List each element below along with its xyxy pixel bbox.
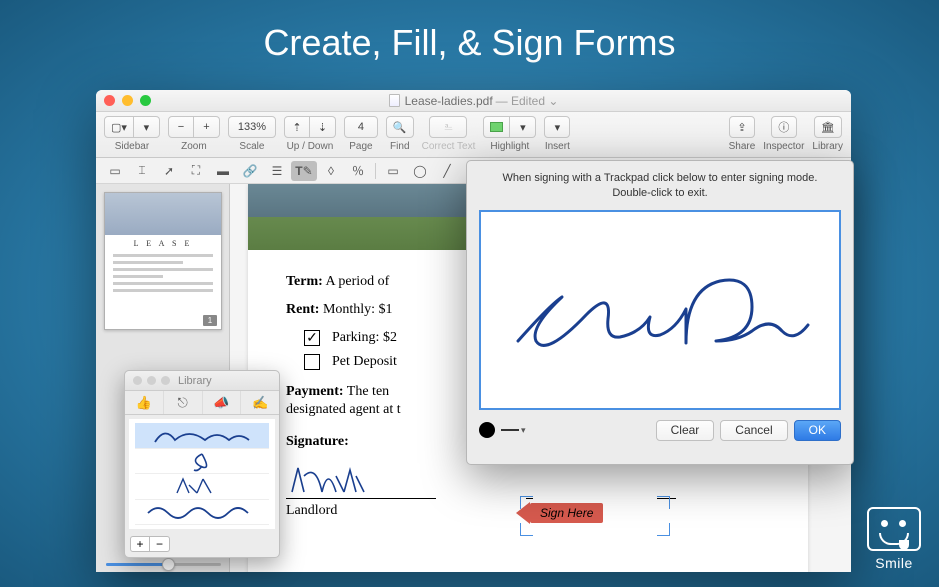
signature-label: Signature: [286, 434, 349, 449]
lib-tab-stamps[interactable]: 👍 [125, 391, 164, 414]
library-title: Library [178, 375, 212, 387]
payment-label: Payment: [286, 384, 344, 399]
link-tool[interactable]: 🔗 [237, 161, 263, 181]
rent-text: Monthly: $1 [319, 302, 392, 317]
library-item[interactable] [135, 474, 269, 500]
library-panel: Library 👍 ⎋ 📣 ✍ + − [124, 370, 280, 558]
share-label: Share [729, 141, 756, 152]
cancel-button[interactable]: Cancel [720, 420, 787, 441]
library-item[interactable] [135, 449, 269, 475]
library-add-button[interactable]: + [130, 536, 150, 552]
signature-stroke-picker[interactable]: ▾ [501, 425, 531, 436]
sidebar-label: Sidebar [115, 141, 149, 152]
document-icon [389, 94, 400, 107]
find-button[interactable]: 🔍 [386, 116, 414, 138]
text-select-tool[interactable]: ⌶ [129, 161, 155, 181]
library-item[interactable] [135, 500, 269, 526]
brand-logo: Smile [867, 507, 921, 571]
library-button[interactable]: 🏛 [814, 116, 842, 138]
insert-button[interactable]: ▾ [544, 116, 570, 138]
petdeposit-text: Pet Deposit [332, 354, 397, 370]
highlight-label: Highlight [490, 141, 529, 152]
sign-here-label: Sign Here [530, 503, 603, 523]
shape-ellipse-tool[interactable]: ◯ [407, 161, 433, 181]
payment-text: The ten [344, 384, 390, 399]
share-button[interactable]: ⇪ [729, 116, 755, 138]
redact-tool[interactable]: ▬ [210, 161, 236, 181]
zoom-out-button[interactable]: − [168, 116, 194, 138]
sidebar-menu[interactable]: ▾ [134, 116, 160, 138]
lib-tab-signature[interactable]: ✍ [241, 391, 279, 414]
sidebar-toggle[interactable]: ▢▾ [104, 116, 134, 138]
brand-name: Smile [867, 555, 921, 571]
rent-label: Rent: [286, 302, 319, 317]
zoom-value[interactable]: 133% [228, 116, 276, 138]
page-up-button[interactable]: ⇡ [284, 116, 310, 138]
main-toolbar: ▢▾ ▾ Sidebar − + Zoom 133% Scale ⇡ ⇣ Up … [96, 112, 851, 158]
page-number-field[interactable]: 4 [344, 116, 378, 138]
landlord-label: Landlord [286, 503, 436, 519]
select-tool[interactable]: ▭ [102, 161, 128, 181]
window-title: Lease-ladies.pdf [405, 94, 493, 108]
form-tool[interactable]: ☰ [264, 161, 290, 181]
lib-dot [133, 376, 142, 385]
minimize-window-button[interactable] [122, 95, 133, 106]
lib-dot [147, 376, 156, 385]
inspector-label: Inspector [763, 141, 804, 152]
library-list [129, 419, 275, 529]
zoom-window-button[interactable] [140, 95, 151, 106]
lib-tab-people[interactable]: ⎋ [164, 391, 203, 414]
thumb-page-number: 1 [203, 315, 217, 326]
thumbnail-size-slider[interactable] [106, 563, 221, 566]
shape-line-tool[interactable]: ╱ [434, 161, 460, 181]
parking-checkbox[interactable]: ✓ [304, 330, 320, 346]
stamp-tool[interactable]: ％ [345, 161, 371, 181]
crop-tool[interactable]: ⛶ [183, 161, 209, 181]
zoom-label: Zoom [181, 141, 207, 152]
scale-label: Scale [239, 141, 264, 152]
correct-label: Correct Text [422, 141, 476, 152]
petdeposit-checkbox[interactable] [304, 354, 320, 370]
signing-instruction-1: When signing with a Trackpad click below… [479, 171, 841, 186]
edited-indicator[interactable]: — Edited ⌄ [496, 94, 559, 108]
lib-dot [161, 376, 170, 385]
page-down-button[interactable]: ⇣ [310, 116, 336, 138]
signing-instruction-2: Double-click to exit. [479, 186, 841, 201]
zoom-in-button[interactable]: + [194, 116, 220, 138]
parking-text: Parking: $2 [332, 330, 397, 346]
close-window-button[interactable] [104, 95, 115, 106]
titlebar: Lease-ladies.pdf — Edited ⌄ [96, 90, 851, 112]
updown-label: Up / Down [287, 141, 334, 152]
shape-rect-tool[interactable]: ▭ [380, 161, 406, 181]
marketing-headline: Create, Fill, & Sign Forms [0, 22, 939, 64]
text-tool[interactable]: T✎ [291, 161, 317, 181]
highlight-menu[interactable]: ▾ [510, 116, 536, 138]
library-remove-button[interactable]: − [150, 536, 170, 552]
arrow-tool[interactable]: ➚ [156, 161, 182, 181]
ok-button[interactable]: OK [794, 420, 841, 441]
sign-here-tag: Sign Here [516, 502, 603, 524]
thumb-lease-title: L E A S E [105, 239, 221, 248]
highlight-button[interactable] [483, 116, 510, 138]
eraser-tool[interactable]: ◊ [318, 161, 344, 181]
clear-button[interactable]: Clear [656, 420, 715, 441]
signature-canvas[interactable] [479, 210, 841, 410]
library-item[interactable] [135, 423, 269, 449]
page-label: Page [349, 141, 372, 152]
term-label: Term: [286, 274, 323, 289]
lib-tab-announce[interactable]: 📣 [203, 391, 242, 414]
term-text: A period of [323, 274, 390, 289]
page-thumbnail[interactable]: L E A S E 1 [104, 192, 222, 330]
library-label: Library [812, 141, 843, 152]
landlord-signature [286, 462, 436, 496]
insert-label: Insert [545, 141, 570, 152]
find-label: Find [390, 141, 409, 152]
inspector-button[interactable]: ⓘ [771, 116, 797, 138]
signature-dialog: When signing with a Trackpad click below… [466, 160, 854, 465]
correct-text-button[interactable]: ⎁ [429, 116, 467, 138]
signature-color-picker[interactable] [479, 422, 495, 438]
